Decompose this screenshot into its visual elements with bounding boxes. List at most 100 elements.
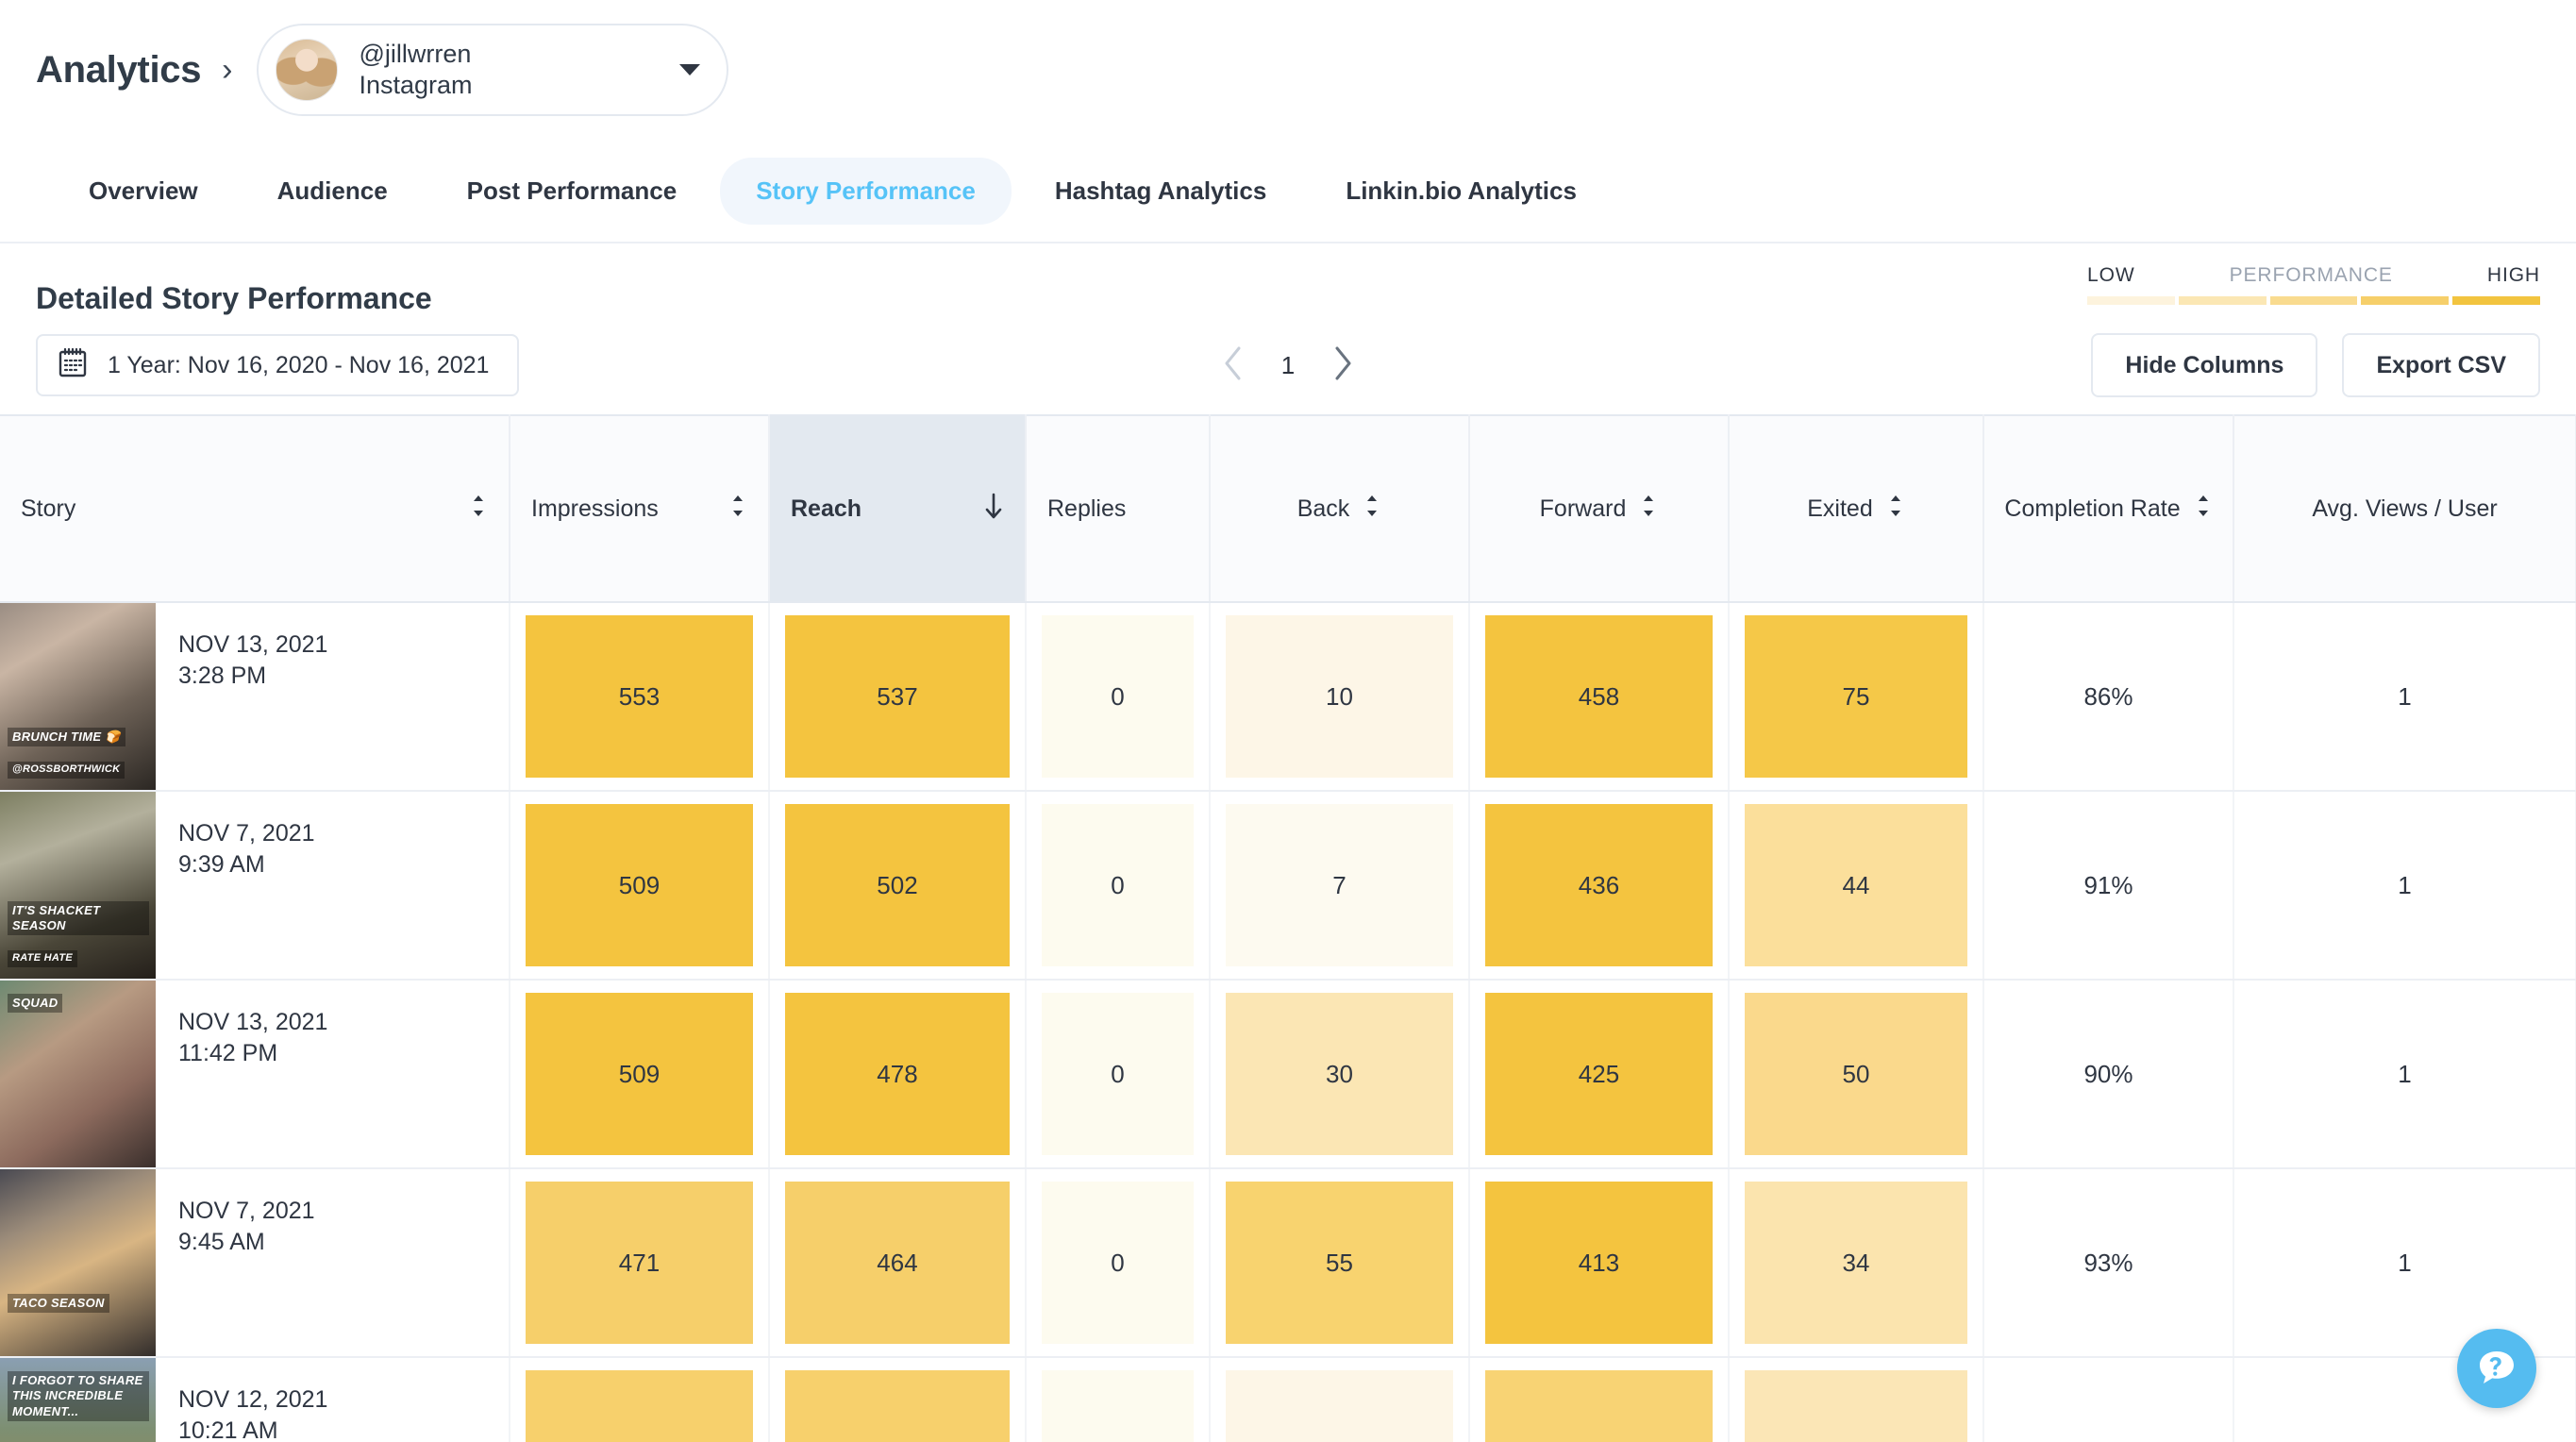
cell-impressions: 509: [510, 980, 770, 1169]
story-thumbnail[interactable]: IT'S SHACKET SEASON RATE HATE: [0, 792, 156, 979]
cell-forward: 364: [1469, 1357, 1730, 1442]
story-cell[interactable]: BRUNCH TIME 🍞 @ROSSBORTHWICK NOV 13, 2021 3…: [0, 602, 510, 792]
hide-columns-button[interactable]: Hide Columns: [2091, 333, 2318, 397]
column-header-label: Back: [1296, 495, 1350, 522]
column-header-label: Exited: [1807, 495, 1873, 522]
story-thumbnail-caption: TACO SEASON: [8, 1293, 109, 1313]
legend-segment-4: [2361, 296, 2450, 305]
table-row[interactable]: TACO SEASON NOV 7, 2021 9:45 AM 471 464 0 55 41…: [0, 1168, 2576, 1358]
sort-toggle-icon[interactable]: [1349, 491, 1381, 528]
cell-forward: 458: [1469, 602, 1730, 792]
replies-value: 0: [1042, 804, 1194, 966]
tab-audience[interactable]: Audience: [242, 158, 424, 225]
top-bar: Analytics › @jillwrren Instagram: [0, 0, 2576, 140]
next-page-button[interactable]: [1329, 344, 1357, 388]
column-header-avg-views-user: Avg. Views / User: [2233, 414, 2576, 603]
date-range-button[interactable]: 1 Year: Nov 16, 2020 - Nov 16, 2021: [36, 334, 520, 396]
column-header-replies: Replies: [1026, 414, 1211, 603]
story-thumbnail[interactable]: TACO SEASON: [0, 1169, 156, 1356]
tab-linkin-bio-analytics[interactable]: Linkin.bio Analytics: [1310, 158, 1613, 225]
story-thumbnail-caption-secondary: @ROSSBORTHWICK: [8, 762, 125, 779]
replies-value: 0: [1042, 1370, 1194, 1442]
story-cell[interactable]: IT'S SHACKET SEASON RATE HATE NOV 7, 2021 9…: [0, 791, 510, 981]
impressions-value: 553: [526, 615, 753, 778]
forward-value: 425: [1485, 993, 1713, 1155]
legend-low-label: LOW: [2087, 264, 2135, 286]
table-row[interactable]: SQUAD NOV 13, 2021 11:42 PM 509 478 0 30 425 50 9…: [0, 980, 2576, 1169]
story-thumbnail-caption: IT'S SHACKET SEASON: [8, 900, 149, 935]
tab-hashtag-analytics[interactable]: Hashtag Analytics: [1019, 158, 1302, 225]
cell-back: 11: [1210, 1357, 1470, 1442]
story-cell[interactable]: SQUAD NOV 13, 2021 11:42 PM: [0, 980, 510, 1169]
back-value: 7: [1226, 804, 1453, 966]
cell-impressions: 509: [510, 791, 770, 981]
cell-exited: 29: [1729, 1357, 1984, 1442]
reach-value: 464: [785, 1182, 1010, 1344]
cell-completion-rate: 93%: [1983, 1168, 2234, 1358]
impressions-value: 471: [526, 1182, 753, 1344]
story-cell[interactable]: TACO SEASON NOV 7, 2021 9:45 AM: [0, 1168, 510, 1358]
story-thumbnail[interactable]: SQUAD: [0, 981, 156, 1167]
story-thumbnail[interactable]: BRUNCH TIME 🍞 @ROSSBORTHWICK: [0, 603, 156, 790]
cell-avg-views-per-user: 1: [2233, 602, 2576, 792]
cell-reach: 441: [769, 1357, 1027, 1442]
story-time: 9:45 AM: [178, 1229, 265, 1255]
replies-value: 0: [1042, 615, 1194, 778]
sort-toggle-icon[interactable]: [715, 491, 747, 528]
help-chat-button[interactable]: [2457, 1329, 2536, 1408]
cell-forward: 425: [1469, 980, 1730, 1169]
table-row[interactable]: I FORGOT TO SHARE THIS INCREDIBLE MOMENT…: [0, 1357, 2576, 1442]
column-header-exited[interactable]: Exited: [1729, 414, 1984, 603]
sort-toggle-icon[interactable]: [2181, 491, 2213, 528]
column-header-reach[interactable]: Reach: [769, 414, 1027, 603]
table-row[interactable]: BRUNCH TIME 🍞 @ROSSBORTHWICK NOV 13, 2021 3…: [0, 602, 2576, 792]
cell-exited: 50: [1729, 980, 1984, 1169]
tab-post-performance[interactable]: Post Performance: [431, 158, 713, 225]
cell-reach: 537: [769, 602, 1027, 792]
cell-exited: 44: [1729, 791, 1984, 981]
column-header-back[interactable]: Back: [1210, 414, 1470, 603]
avg-views-per-user-value: 1: [2398, 870, 2412, 899]
tab-story-performance[interactable]: Story Performance: [720, 157, 1012, 225]
cell-back: 30: [1210, 980, 1470, 1169]
story-meta: NOV 12, 2021 10:21 AM: [156, 1358, 327, 1442]
account-selector[interactable]: @jillwrren Instagram: [257, 24, 729, 116]
replies-value: 0: [1042, 993, 1194, 1155]
sort-toggle-icon[interactable]: [1873, 491, 1905, 528]
sort-desc-icon[interactable]: [970, 490, 1004, 528]
story-cell[interactable]: I FORGOT TO SHARE THIS INCREDIBLE MOMENT…: [0, 1357, 510, 1442]
reach-value: 478: [785, 993, 1010, 1155]
story-thumbnail[interactable]: I FORGOT TO SHARE THIS INCREDIBLE MOMENT…: [0, 1358, 156, 1442]
story-meta: NOV 7, 2021 9:45 AM: [156, 1169, 315, 1356]
table-row[interactable]: IT'S SHACKET SEASON RATE HATE NOV 7, 2021 9…: [0, 791, 2576, 981]
legend-segment-3: [2269, 296, 2358, 305]
story-time: 11:42 PM: [178, 1040, 278, 1066]
story-date: NOV 13, 2021: [178, 631, 328, 658]
prev-page-button[interactable]: [1219, 344, 1247, 388]
cell-reach: 464: [769, 1168, 1027, 1358]
legend-middle-label: PERFORMANCE: [2229, 264, 2393, 286]
cell-reach: 478: [769, 980, 1027, 1169]
sort-toggle-icon[interactable]: [1626, 491, 1658, 528]
chevron-down-icon[interactable]: [679, 64, 701, 75]
forward-value: 458: [1485, 615, 1713, 778]
cell-back: 7: [1210, 791, 1470, 981]
story-time: 10:21 AM: [178, 1417, 278, 1442]
exited-value: 34: [1745, 1182, 1967, 1344]
completion-rate-value: 91%: [2083, 870, 2133, 899]
table-body: BRUNCH TIME 🍞 @ROSSBORTHWICK NOV 13, 2021 3…: [0, 602, 2576, 1442]
story-thumbnail-caption-secondary: RATE HATE: [8, 950, 78, 967]
column-header-story[interactable]: Story: [0, 414, 510, 603]
legend-segment-2: [2178, 296, 2267, 305]
export-csv-button[interactable]: Export CSV: [2342, 333, 2540, 397]
column-header-impressions[interactable]: Impressions: [510, 414, 770, 603]
column-header-completion-rate[interactable]: Completion Rate: [1983, 414, 2234, 603]
story-date: NOV 12, 2021: [178, 1386, 328, 1413]
column-header-label: Reach: [791, 495, 862, 522]
story-thumbnail-caption: SQUAD: [8, 994, 63, 1014]
story-meta: NOV 7, 2021 9:39 AM: [156, 792, 315, 979]
sort-toggle-icon[interactable]: [456, 491, 488, 528]
tab-overview[interactable]: Overview: [53, 158, 234, 225]
story-meta: NOV 13, 2021 11:42 PM: [156, 981, 327, 1167]
column-header-forward[interactable]: Forward: [1469, 414, 1730, 603]
